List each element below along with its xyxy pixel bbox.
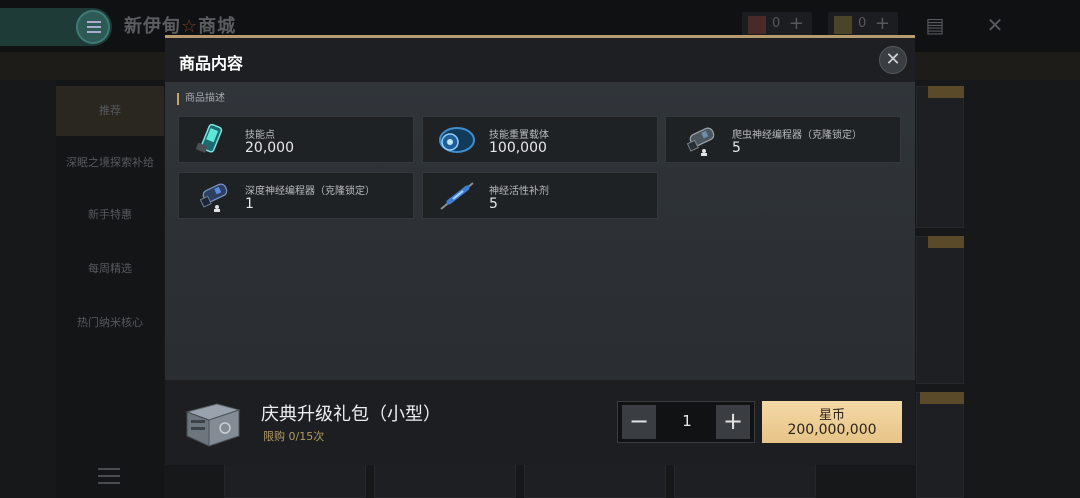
dialog-body: 商品描述 技能点 20,000 技能重置载体 100,000 爬虫神经编程器（克… bbox=[165, 82, 915, 380]
item-name: 技能重置载体 bbox=[489, 130, 549, 141]
decrease-button[interactable]: − bbox=[622, 405, 656, 439]
menu-button[interactable] bbox=[0, 8, 112, 46]
reward-item[interactable]: 技能点 20,000 bbox=[178, 116, 414, 163]
x-currency-icon bbox=[834, 16, 852, 34]
bg-tag bbox=[928, 236, 964, 248]
bg-product-card bbox=[674, 462, 816, 498]
skill-point-capsule-icon bbox=[195, 123, 223, 153]
bg-product-card bbox=[916, 236, 964, 384]
deep-neural-programmer-icon bbox=[199, 183, 228, 212]
star-icon: ☆ bbox=[181, 16, 199, 37]
a-currency-icon bbox=[748, 16, 766, 34]
menu-icon bbox=[76, 10, 110, 44]
reward-item[interactable]: 爬虫神经编程器（克隆锁定） 5 bbox=[665, 116, 901, 163]
bg-product-card bbox=[524, 462, 666, 498]
bg-tag bbox=[920, 392, 964, 404]
list-icon[interactable] bbox=[98, 468, 120, 489]
item-name: 深度神经编程器（克隆锁定） bbox=[245, 186, 375, 197]
sidebar-item-newbie[interactable]: 新手特惠 bbox=[56, 190, 164, 240]
add-currency-x-icon[interactable]: + bbox=[875, 13, 890, 34]
reward-item[interactable]: 神经活性补剂 5 bbox=[422, 172, 658, 219]
gift-box-icon bbox=[185, 403, 241, 447]
item-quantity: 100,000 bbox=[489, 140, 547, 156]
bg-product-card bbox=[916, 86, 964, 228]
item-quantity: 5 bbox=[732, 140, 741, 156]
increase-button[interactable]: + bbox=[716, 405, 750, 439]
reward-item[interactable]: 技能重置载体 100,000 bbox=[422, 116, 658, 163]
sidebar-item-recommend[interactable]: 推荐 bbox=[56, 86, 164, 136]
sidebar-item-deep-sleep[interactable]: 深眠之境探索补给 bbox=[56, 138, 164, 188]
price-value: 200,000,000 bbox=[787, 422, 877, 438]
purchase-bar: 庆典升级礼包（小型） 限购 0/15次 − 1 + 星币 200,000,000 bbox=[165, 380, 915, 465]
reward-item[interactable]: 深度神经编程器（克隆锁定） 1 bbox=[178, 172, 414, 219]
item-name: 技能点 bbox=[245, 130, 275, 141]
dialog-title: 商品内容 bbox=[179, 54, 244, 73]
item-name: 神经活性补剂 bbox=[489, 186, 549, 197]
section-label: 商品描述 bbox=[177, 93, 225, 105]
item-name: 爬虫神经编程器（克隆锁定） bbox=[732, 130, 862, 141]
item-quantity: 1 bbox=[245, 196, 254, 212]
mail-icon[interactable]: ▤ bbox=[922, 12, 948, 38]
close-button[interactable]: ✕ bbox=[879, 46, 907, 74]
price-currency: 星币 bbox=[818, 408, 845, 423]
package-content-dialog: 商品内容 ✕ 商品描述 技能点 20,000 技能重置载体 100,000 爬虫… bbox=[165, 35, 915, 465]
close-shop-icon[interactable]: ✕ bbox=[982, 12, 1008, 38]
purchase-limit: 限购 0/15次 bbox=[263, 430, 325, 443]
skill-reset-carrier-icon bbox=[439, 127, 475, 153]
buy-button[interactable]: 星币 200,000,000 bbox=[762, 401, 902, 443]
package-name: 庆典升级礼包（小型） bbox=[261, 404, 441, 425]
bg-product-card bbox=[224, 462, 366, 498]
sidebar-item-nano-core[interactable]: 热门纳米核心 bbox=[56, 298, 164, 348]
bg-product-card bbox=[916, 392, 964, 498]
quantity-value[interactable]: 1 bbox=[658, 412, 716, 430]
bg-tag bbox=[928, 86, 964, 98]
add-currency-a-icon[interactable]: + bbox=[789, 13, 804, 34]
shop-sidebar: 推荐 深眠之境探索补给 新手特惠 每周精选 热门纳米核心 bbox=[56, 80, 164, 498]
item-quantity: 20,000 bbox=[245, 140, 294, 156]
item-quantity: 5 bbox=[489, 196, 498, 212]
dialog-header: 商品内容 ✕ bbox=[165, 38, 915, 82]
quantity-stepper: − 1 + bbox=[617, 401, 755, 443]
bg-product-card bbox=[374, 462, 516, 498]
crawler-neural-programmer-icon bbox=[686, 127, 715, 156]
neural-activity-injector-icon bbox=[440, 182, 474, 210]
sidebar-item-weekly[interactable]: 每周精选 bbox=[56, 244, 164, 294]
